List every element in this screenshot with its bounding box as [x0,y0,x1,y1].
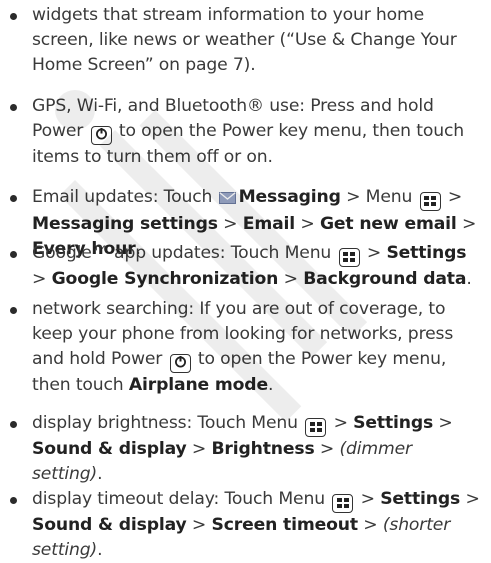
email-text-1: Email updates: Touch [32,187,213,207]
brightness-sep-4: > [319,439,335,459]
list-item-network-searching: network searching: If you are out of cov… [10,297,484,398]
email-sep-4: > [300,214,315,234]
email-sep-3: > [223,214,238,234]
email-sep-2: > [447,187,463,207]
list-item-display-timeout: display timeout delay: Touch Menu > Sett… [10,487,484,563]
email-sep-5: > [462,214,477,234]
timeout-text-1: display timeout delay: Touch Menu [32,489,325,509]
timeout-sep-3: > [191,515,207,535]
google-sep-3: > [283,269,298,289]
airplane-mode-label: Airplane mode [128,375,268,395]
sound-display-label: Sound & display [32,515,187,535]
brightness-label: Brightness [211,439,315,459]
messaging-label: Messaging [238,187,341,207]
menu-key-icon [338,248,360,267]
google-synchronization-label: Google Synchronization [51,269,279,289]
power-key-icon [90,126,112,145]
list-item-google-updates: Google™ app updates: Touch Menu > Settin… [10,241,484,292]
network-period: . [267,375,274,395]
brightness-text-1: display brightness: Touch Menu [32,413,298,433]
timeout-period: . [97,540,103,560]
background-data-label: Background data [303,269,467,289]
sound-display-label: Sound & display [32,439,187,459]
brightness-sep-1: > [333,413,348,433]
envelope-icon [218,187,236,212]
list-item-gps-wifi-bluetooth: GPS, Wi-Fi, and Bluetooth® use: Press an… [10,94,484,170]
widgets-text: widgets that stream information to your … [32,5,457,75]
menu-key-icon [305,418,327,437]
get-new-email-label: Get new email [319,214,457,234]
messaging-settings-label: Messaging settings [32,214,218,234]
screen-timeout-label: Screen timeout [211,515,358,535]
timeout-sep-1: > [360,489,375,509]
settings-label: Settings [380,489,461,509]
brightness-sep-2: > [438,413,453,433]
timeout-sep-4: > [363,515,378,535]
list-item-widgets: widgets that stream information to your … [10,3,484,78]
manual-page: widgets that stream information to your … [0,0,491,560]
email-label: Email [242,214,296,234]
google-sep-2: > [32,269,47,289]
google-sep-1: > [366,243,382,263]
list-item-display-brightness: display brightness: Touch Menu > Setting… [10,411,484,487]
google-period: . [466,269,472,289]
timeout-sep-2: > [465,489,480,509]
google-text-1: Google™ app updates: Touch Menu [32,243,332,263]
power-key-icon [169,354,191,373]
settings-label: Settings [386,243,467,263]
brightness-period: . [97,464,103,484]
menu-key-icon [332,494,354,513]
settings-label: Settings [353,413,434,433]
menu-key-icon [419,192,441,211]
brightness-sep-3: > [191,439,207,459]
email-sep-1: > Menu [346,187,413,207]
